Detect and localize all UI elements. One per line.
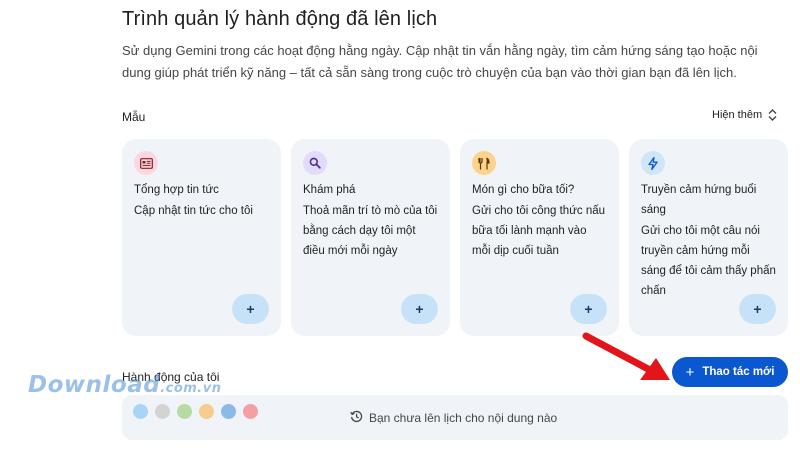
history-icon <box>350 410 363 426</box>
add-template-button[interactable]: + <box>739 294 776 324</box>
decorative-dot <box>221 404 236 419</box>
card-title: Truyền cảm hứng buổi sáng <box>641 184 757 216</box>
template-card-dinner[interactable]: Món gì cho bữa tối? Gửi cho tôi công thứ… <box>460 139 619 336</box>
page-title: Trình quản lý hành động đã lên lịch <box>122 8 438 30</box>
card-title: Tổng hợp tin tức <box>134 184 219 196</box>
search-icon <box>303 151 327 175</box>
plus-icon: + <box>685 363 695 381</box>
template-card-morning-inspiration[interactable]: Truyền cảm hứng buổi sáng Gửi cho tôi mộ… <box>629 139 788 336</box>
add-template-button[interactable]: + <box>570 294 607 324</box>
template-card-news[interactable]: Tổng hợp tin tức Cập nhật tin tức cho tô… <box>122 139 281 336</box>
card-description: Thoả mãn trí tò mò của tôi bằng cách dạy… <box>303 205 438 257</box>
new-action-button[interactable]: + Thao tác mới <box>672 357 788 387</box>
card-description: Gửi cho tôi một câu nói truyền cảm hứng … <box>641 225 776 297</box>
new-action-label: Thao tác mới <box>702 366 775 378</box>
lightning-icon <box>641 151 665 175</box>
newspaper-icon <box>134 151 158 175</box>
template-card-explore[interactable]: Khám phá Thoả mãn trí tò mò của tôi bằng… <box>291 139 450 336</box>
expand-chevron-icon <box>768 109 777 121</box>
scheduled-actions-page: Trình quản lý hành động đã lên lịch Sử d… <box>0 0 800 450</box>
decorative-dot <box>243 404 258 419</box>
my-actions-label: Hành động của tôi <box>122 370 220 384</box>
show-more-label: Hiện thêm <box>712 109 763 121</box>
show-more-button[interactable]: Hiện thêm <box>712 109 777 121</box>
fork-knife-icon <box>472 151 496 175</box>
add-template-button[interactable]: + <box>401 294 438 324</box>
empty-state-text: Bạn chưa lên lịch cho nội dung nào <box>369 411 558 425</box>
card-description: Cập nhật tin tức cho tôi <box>134 205 253 217</box>
decorative-dot <box>155 404 170 419</box>
decorative-dot <box>199 404 214 419</box>
add-template-button[interactable]: + <box>232 294 269 324</box>
card-title: Khám phá <box>303 184 356 196</box>
red-arrow-annotation <box>582 332 670 380</box>
decorative-dot <box>133 404 148 419</box>
card-description: Gửi cho tôi công thức nấu bữa tối lành m… <box>472 205 606 257</box>
templates-label: Mẫu <box>122 110 146 124</box>
card-title: Món gì cho bữa tối? <box>472 184 575 196</box>
decorative-dot <box>177 404 192 419</box>
page-description: Sử dụng Gemini trong các hoạt động hằng … <box>122 43 758 80</box>
decorative-dots <box>133 404 258 419</box>
empty-state-message: Bạn chưa lên lịch cho nội dung nào <box>350 410 557 426</box>
